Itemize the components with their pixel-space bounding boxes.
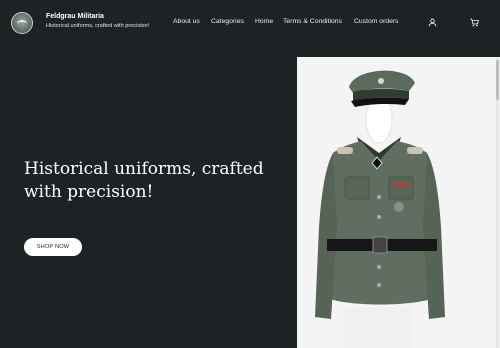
scrollbar-thumb[interactable]: [496, 60, 499, 100]
site-header: Feldgrau Militaria Historical uniforms, …: [0, 0, 500, 45]
brand-logo[interactable]: [11, 12, 33, 34]
account-icon[interactable]: [428, 18, 437, 27]
scrollbar-track[interactable]: [496, 57, 499, 348]
cart-icon[interactable]: [470, 18, 479, 27]
nav-categories[interactable]: Categories: [211, 18, 244, 25]
uniform-illustration: [315, 70, 445, 348]
shop-now-button[interactable]: SHOP NOW: [24, 238, 82, 256]
brand-tagline: Historical uniforms, crafted with precis…: [46, 23, 150, 29]
hero-title: Historical uniforms, crafted with precis…: [24, 159, 264, 202]
nav-home[interactable]: Home: [255, 18, 273, 25]
hero-image: [297, 57, 500, 348]
nav-custom-orders[interactable]: Custom orders: [354, 18, 399, 25]
brand-name[interactable]: Feldgrau Militaria: [46, 13, 104, 20]
nav-terms-conditions[interactable]: Terms & Conditions: [283, 18, 342, 25]
nav-about-us[interactable]: About us: [173, 18, 200, 25]
